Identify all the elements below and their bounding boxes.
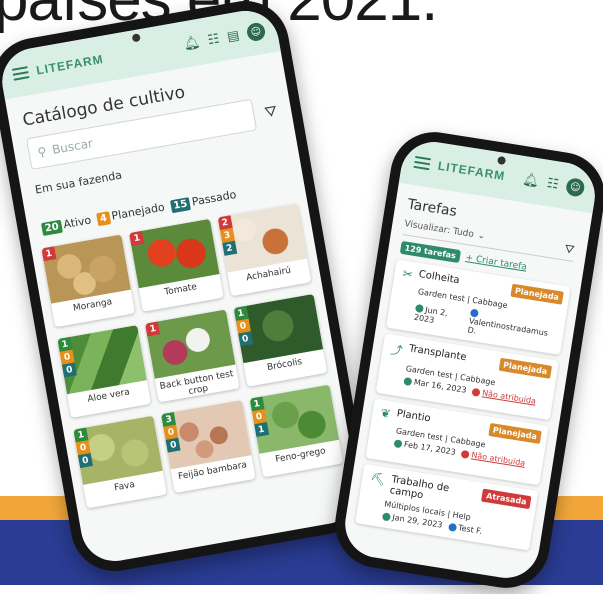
person-icon xyxy=(461,449,471,459)
phone-crop-catalogue: LITEFARM 🔔︎ ☷ ▤ ☺ Catálogo de cultivo ⚲ … xyxy=(0,0,375,578)
search-icon: ⚲ xyxy=(36,144,48,160)
status-badge: Planejada xyxy=(498,357,553,379)
crop-count-badge: 1 xyxy=(41,246,57,262)
filter-icon[interactable]: ⛛ xyxy=(263,102,279,122)
view-label: Visualizar: Tudo xyxy=(403,218,475,240)
crop-status-counts: 100 xyxy=(73,427,93,469)
crop-status-counts: 100 xyxy=(57,336,77,378)
task-assignee[interactable]: Test F. xyxy=(447,522,483,536)
legend-past: 15 Passado xyxy=(169,188,237,214)
legend-planned: 4 Planejado xyxy=(96,201,166,227)
crop-status-counts: 1 xyxy=(145,321,161,337)
avatar-icon[interactable]: ☺ xyxy=(565,177,586,198)
calendar-icon xyxy=(381,511,392,521)
task-type-icon: ⤴ xyxy=(389,342,404,359)
chevron-down-icon: ⌄ xyxy=(476,230,486,242)
crop-count-badge: 0 xyxy=(61,362,77,378)
task-due-date[interactable]: Jun 2, 2023 xyxy=(413,303,464,328)
crop-status-counts: 232 xyxy=(217,215,237,256)
crop-card[interactable]: 3 0 0 Feijão bambara xyxy=(161,400,256,493)
crop-card[interactable]: 1 Moranga xyxy=(41,234,136,328)
crop-status-counts: 101 xyxy=(249,396,269,438)
person-icon xyxy=(471,387,481,397)
clipboard-icon[interactable]: ☷ xyxy=(546,175,560,192)
crop-count-badge: 1 xyxy=(253,422,269,438)
bell-icon[interactable]: 🔔︎ xyxy=(522,172,541,189)
crop-grid: 1 Moranga 1 Tomate 2 3 2 Achahairú 1 0 0 Aloe vera 1… xyxy=(41,203,344,509)
crop-count-badge: 0 xyxy=(237,331,253,347)
crop-status-counts: 100 xyxy=(233,305,253,347)
crop-count-badge: 0 xyxy=(77,453,93,469)
task-type-icon: ✂ xyxy=(401,266,414,282)
crop-card[interactable]: 1 Tomate xyxy=(129,218,224,312)
crop-card[interactable]: 1 0 0 Brócolis xyxy=(233,293,328,387)
clipboard-icon[interactable]: ☷ xyxy=(207,31,221,48)
calendar-icon xyxy=(393,438,403,448)
filter-icon[interactable]: ⛛ xyxy=(563,241,575,257)
crop-card[interactable]: 1 Back button test crop xyxy=(145,309,240,403)
add-task-link[interactable]: + Criar tarefa xyxy=(465,253,528,273)
task-name: Transplante xyxy=(408,343,468,364)
document-icon[interactable]: ▤ xyxy=(226,28,241,45)
bell-icon[interactable]: 🔔︎ xyxy=(182,34,201,52)
crop-status-counts: 1 xyxy=(129,230,145,246)
crop-count-badge: 1 xyxy=(145,321,161,337)
menu-icon[interactable] xyxy=(413,155,432,171)
legend-active: 20 Ativo xyxy=(40,214,93,236)
calendar-icon xyxy=(403,376,413,386)
phone-screen: LITEFARM 🔔︎ ☷ ▤ ☺ Catálogo de cultivo ⚲ … xyxy=(0,5,364,567)
task-count-badge: 129 tarefas xyxy=(399,240,461,264)
crop-card[interactable]: 1 0 0 Aloe vera xyxy=(57,324,152,418)
search-placeholder: Buscar xyxy=(51,136,94,158)
task-type-icon: ⛏ xyxy=(369,470,387,488)
crop-count-badge: 2 xyxy=(221,240,237,256)
crop-count-badge: 1 xyxy=(129,230,145,246)
brand-logo: LITEFARM xyxy=(436,158,507,184)
status-badge: Planejada xyxy=(510,283,564,305)
crop-card[interactable]: 1 0 1 Feno-grego xyxy=(249,384,344,478)
crop-status-counts: 300 xyxy=(161,411,181,453)
status-badge: Atrasada xyxy=(481,488,532,510)
crop-card[interactable]: 1 0 0 Fava xyxy=(73,415,168,509)
avatar-icon[interactable]: ☺ xyxy=(245,21,267,43)
status-badge: Planejada xyxy=(487,422,542,444)
person-icon xyxy=(447,522,457,532)
crop-card[interactable]: 2 3 2 Achahairú xyxy=(217,203,312,297)
task-type-icon: ❦ xyxy=(379,405,392,422)
task-list: ✂ Colheita Planejada Garden test | Cabbage J… xyxy=(345,258,580,552)
brand-logo: LITEFARM xyxy=(35,51,105,78)
crop-count-badge: 0 xyxy=(165,437,181,453)
crop-status-counts: 1 xyxy=(41,246,57,262)
menu-icon[interactable] xyxy=(11,66,30,81)
